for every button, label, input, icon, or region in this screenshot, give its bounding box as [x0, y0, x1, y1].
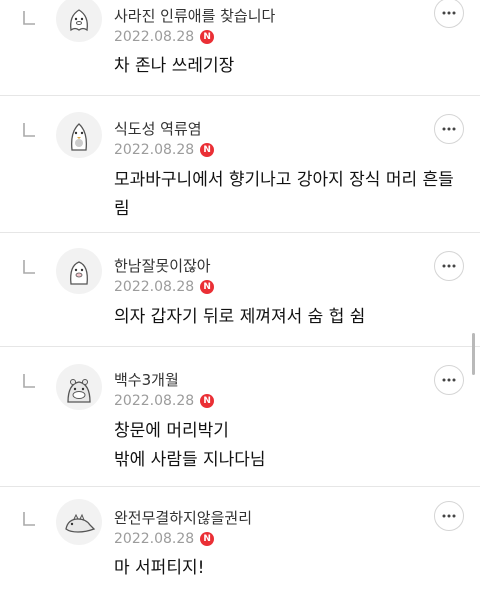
- comment-text-line: 마 서퍼티지!: [114, 558, 205, 578]
- reply-arrow-icon: [23, 123, 35, 137]
- more-options-button[interactable]: [434, 501, 464, 531]
- comment-nickname[interactable]: 식도성 역류염: [114, 118, 202, 139]
- new-badge: N: [200, 280, 215, 294]
- comment-date: 2022.08.28: [114, 393, 195, 409]
- comment-meta: 2022.08.28 N: [114, 531, 215, 547]
- reply-arrow-icon: [23, 512, 35, 526]
- comment-text-line: 림: [114, 199, 130, 219]
- comment-nickname[interactable]: 사라진 인류애를 찾습니다: [114, 5, 275, 26]
- comment-item: 백수3개월 2022.08.28 N 창문에 머리박기 밖에 사람들 지나다님: [0, 347, 480, 487]
- more-options-icon: [442, 514, 456, 518]
- ghost-avatar-icon: [70, 9, 88, 32]
- comment-item: 한남잘못이잖아 2022.08.28 N 의자 갑자기 뒤로 제껴져서 숨 헙 …: [0, 233, 480, 347]
- more-options-icon: [442, 264, 456, 268]
- new-badge: N: [200, 30, 215, 44]
- hippo-avatar-icon: [67, 379, 91, 403]
- dinosaur-avatar-icon: [65, 513, 96, 533]
- comment-text: 차 존나 쓰레기장: [114, 52, 454, 81]
- comment-date: 2022.08.28: [114, 142, 195, 158]
- more-options-button[interactable]: [434, 114, 464, 144]
- comment-date: 2022.08.28: [114, 531, 195, 547]
- reply-arrow-icon: [23, 260, 35, 274]
- reply-arrow-icon: [23, 11, 35, 25]
- pig-avatar-icon: [70, 261, 88, 285]
- comment-text-line: 밖에 사람들 지나다님: [114, 450, 266, 470]
- comment-meta: 2022.08.28 N: [114, 393, 215, 409]
- comment-date: 2022.08.28: [114, 279, 195, 295]
- avatar[interactable]: [56, 0, 102, 42]
- avatar[interactable]: [56, 248, 102, 294]
- avatar[interactable]: [56, 364, 102, 410]
- comment-item: 완전무결하지않을권리 2022.08.28 N 마 서퍼티지!: [0, 487, 480, 594]
- comment-item: 사라진 인류애를 찾습니다 2022.08.28 N 차 존나 쓰레기장: [0, 0, 480, 96]
- more-options-icon: [442, 11, 456, 15]
- comment-text-line: 차 존나 쓰레기장: [114, 56, 235, 76]
- comment-text: 모과바구니에서 향기나고 강아지 장식 머리 흔들 림: [114, 166, 454, 224]
- comment-text: 창문에 머리박기 밖에 사람들 지나다님: [114, 417, 454, 475]
- new-badge: N: [200, 394, 215, 408]
- comment-nickname[interactable]: 완전무결하지않을권리: [114, 507, 252, 528]
- new-badge: N: [200, 143, 215, 157]
- comment-meta: 2022.08.28 N: [114, 29, 215, 45]
- comment-text: 마 서퍼티지!: [114, 554, 454, 583]
- more-options-icon: [442, 378, 456, 382]
- reply-arrow-icon: [23, 374, 35, 388]
- comment-text-line: 의자 갑자기 뒤로 제껴져서 숨 헙 쉼: [114, 307, 366, 327]
- comment-meta: 2022.08.28 N: [114, 142, 215, 158]
- more-options-button[interactable]: [434, 251, 464, 281]
- avatar[interactable]: [56, 499, 102, 545]
- comment-text-line: 모과바구니에서 향기나고 강아지 장식 머리 흔들: [114, 170, 454, 190]
- comment-nickname[interactable]: 한남잘못이잖아: [114, 255, 211, 276]
- comment-item: 식도성 역류염 2022.08.28 N 모과바구니에서 향기나고 강아지 장식…: [0, 96, 480, 233]
- comment-meta: 2022.08.28 N: [114, 279, 215, 295]
- comment-nickname[interactable]: 백수3개월: [114, 369, 179, 390]
- more-options-icon: [442, 127, 456, 131]
- more-options-button[interactable]: [434, 365, 464, 395]
- comment-date: 2022.08.28: [114, 29, 195, 45]
- comment-text: 의자 갑자기 뒤로 제껴져서 숨 헙 쉼: [114, 303, 454, 332]
- penguin-avatar-icon: [71, 123, 87, 151]
- new-badge: N: [200, 532, 215, 546]
- scrollbar[interactable]: [472, 333, 475, 375]
- more-options-button[interactable]: [434, 0, 464, 28]
- avatar[interactable]: [56, 112, 102, 158]
- comment-text-line: 창문에 머리박기: [114, 421, 229, 441]
